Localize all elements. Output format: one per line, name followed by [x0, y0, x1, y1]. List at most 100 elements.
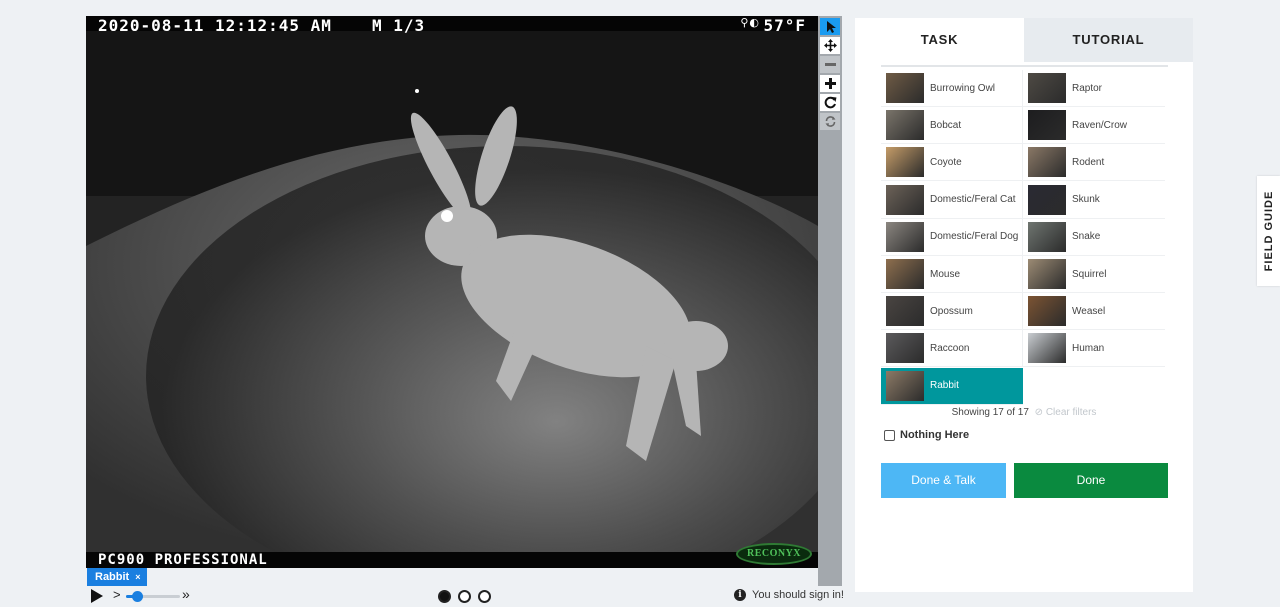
slower-button[interactable]: >: [113, 587, 121, 602]
choice-label: Snake: [1072, 231, 1101, 243]
choice-thumbnail: [1028, 73, 1066, 103]
photo-frame-counter: M 1/3: [372, 16, 426, 35]
tab-tutorial[interactable]: TUTORIAL: [1024, 18, 1193, 62]
choice-snake[interactable]: Snake: [1023, 219, 1165, 256]
choice-bobcat[interactable]: Bobcat: [881, 107, 1023, 145]
frame-dot-3[interactable]: [478, 590, 491, 603]
frame-pager: [438, 590, 491, 603]
field-guide-tab[interactable]: FIELD GUIDE: [1257, 176, 1280, 286]
choice-label: Domestic/Feral Dog: [930, 231, 1019, 243]
choice-label: Mouse: [930, 268, 961, 280]
subject-image-viewer[interactable]: 2020-08-11 12:12:45 AM M 1/3 ⚲◐ 57°F PC9…: [86, 16, 818, 568]
choice-label: Raven/Crow: [1072, 119, 1128, 131]
play-icon[interactable]: [90, 589, 104, 603]
nothing-here-checkbox[interactable]: [884, 429, 895, 441]
choice-rabbit[interactable]: Rabbit: [881, 367, 1023, 405]
choice-label: Human: [1072, 342, 1105, 354]
choice-label: Raptor: [1072, 82, 1103, 94]
reset-button[interactable]: [820, 113, 840, 130]
plus-icon: [824, 78, 836, 89]
choice-thumbnail: [886, 147, 924, 178]
choice-thumbnail: [886, 221, 924, 252]
choice-squirrel[interactable]: Squirrel: [1023, 256, 1165, 293]
choice-label: Rodent: [1072, 156, 1105, 168]
speed-slider[interactable]: [126, 591, 180, 602]
choice-thumbnail: [886, 110, 924, 141]
choice-human[interactable]: Human: [1023, 330, 1165, 368]
choice-label: Raccoon: [930, 342, 970, 354]
choice-raccoon[interactable]: Raccoon: [881, 330, 1023, 368]
zoom-out-button[interactable]: [820, 56, 840, 73]
reset-icon: [825, 116, 835, 127]
choice-label: Squirrel: [1072, 268, 1107, 280]
choice-label: Skunk: [1072, 194, 1100, 206]
move-icon: [823, 39, 837, 52]
playback-controls: > » i You should sign in!: [86, 586, 846, 607]
choice-thumbnail: [886, 333, 924, 364]
rotate-icon: [824, 96, 836, 109]
choice-thumbnail: [1028, 184, 1066, 215]
choice-thumbnail: [1028, 259, 1066, 289]
choice-thumbnail: [1028, 333, 1066, 364]
signin-notice: i You should sign in!: [734, 589, 844, 601]
choice-label: Bobcat: [930, 119, 962, 131]
cursor-icon: [826, 21, 836, 33]
signin-text: You should sign in!: [752, 589, 844, 601]
choice-thumbnail: [886, 184, 924, 215]
task-panel: TASK TUTORIAL Burrowing Owl Raptor Bobcat R…: [855, 18, 1193, 592]
move-tool[interactable]: [820, 37, 840, 54]
choice-thumbnail: [1028, 147, 1066, 178]
choice-opossum[interactable]: Opossum: [881, 293, 1023, 331]
choice-weasel[interactable]: Weasel: [1023, 293, 1165, 331]
photo-temperature: 57°F: [763, 16, 806, 35]
zoom-in-button[interactable]: [820, 75, 840, 92]
choice-thumbnail: [886, 296, 924, 327]
choice-thumbnail: [1028, 221, 1066, 252]
choice-domestic-feral-dog[interactable]: Domestic/Feral Dog: [881, 219, 1023, 256]
choice-label: Burrowing Owl: [930, 82, 996, 94]
choice-burrowing-owl[interactable]: Burrowing Owl: [881, 70, 1023, 107]
rotate-button[interactable]: [820, 94, 840, 111]
faster-button[interactable]: »: [182, 586, 190, 602]
filter-status: Showing 17 of 17 ⊘ Clear filters: [855, 407, 1193, 418]
tab-divider: [881, 65, 1168, 67]
done-and-talk-button[interactable]: Done & Talk: [881, 463, 1006, 498]
choice-raptor[interactable]: Raptor: [1023, 70, 1165, 107]
camera-trap-photo: [86, 16, 818, 568]
choice-label: Opossum: [930, 305, 973, 317]
frame-dot-1[interactable]: [438, 590, 451, 603]
field-guide-label: FIELD GUIDE: [1262, 190, 1275, 272]
choice-label: Coyote: [930, 156, 962, 168]
speed-slider-thumb[interactable]: [131, 591, 143, 602]
choice-rodent[interactable]: Rodent: [1023, 144, 1165, 182]
remove-tag-icon[interactable]: ×: [135, 572, 140, 582]
clear-filters-label: Clear filters: [1045, 407, 1097, 418]
image-toolbar: [818, 16, 842, 586]
camera-model: PC900 PROFESSIONAL: [98, 552, 268, 568]
choice-label: Rabbit: [930, 380, 959, 392]
annotate-tool[interactable]: [820, 18, 840, 35]
frame-dot-2[interactable]: [458, 590, 471, 603]
choice-coyote[interactable]: Coyote: [881, 144, 1023, 182]
panel-tabs: TASK TUTORIAL: [855, 18, 1193, 62]
tab-task[interactable]: TASK: [855, 18, 1024, 62]
choice-thumbnail: [886, 370, 924, 401]
choice-thumbnail: [886, 73, 924, 103]
minus-icon: [824, 63, 836, 66]
done-button[interactable]: Done: [1014, 463, 1168, 498]
choice-label: Weasel: [1072, 305, 1106, 317]
photo-datetime: 2020-08-11 12:12:45 AM: [98, 16, 332, 35]
camera-brand-logo: RECONYX: [736, 543, 812, 565]
choice-domestic-feral-cat[interactable]: Domestic/Feral Cat: [881, 182, 1023, 219]
choice-raven-crow[interactable]: Raven/Crow: [1023, 107, 1165, 145]
subject-tag-label: Rabbit: [95, 571, 130, 583]
moon-phase-icon: ⚲◐: [740, 16, 760, 29]
clear-filters-link[interactable]: ⊘ Clear filters: [1035, 407, 1097, 418]
choice-mouse[interactable]: Mouse: [881, 256, 1023, 293]
info-icon: i: [734, 589, 746, 601]
nothing-here-option[interactable]: Nothing Here: [884, 429, 969, 441]
nothing-here-label: Nothing Here: [900, 429, 970, 441]
subject-tag-rabbit[interactable]: Rabbit ×: [87, 568, 147, 586]
choice-skunk[interactable]: Skunk: [1023, 182, 1165, 219]
choice-label: Domestic/Feral Cat: [930, 194, 1016, 206]
